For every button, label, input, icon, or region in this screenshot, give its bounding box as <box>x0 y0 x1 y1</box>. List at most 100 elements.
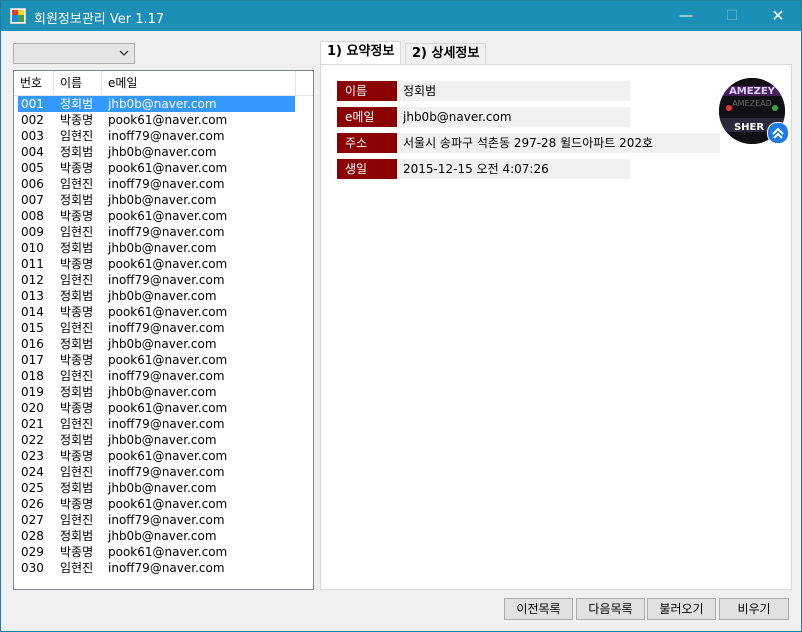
list-item-email: inoff79@naver.com <box>108 513 225 527</box>
list-header: 번호 이름 e메일 <box>14 71 313 96</box>
column-header-email[interactable]: e메일 <box>102 71 296 95</box>
list-item-email: pook61@naver.com <box>108 401 228 415</box>
list-item[interactable]: 005 박종명 pook61@naver.com <box>14 160 313 176</box>
list-item[interactable]: 027 임현진 inoff79@naver.com <box>14 512 313 528</box>
list-item-number: 014 <box>21 305 44 319</box>
title-bar[interactable]: 회원정보관리 Ver 1.17 — ☐ ✕ <box>1 1 801 31</box>
list-item-name: 정회범 <box>60 145 94 159</box>
svg-text:AMEZEAD: AMEZEAD <box>732 99 772 108</box>
list-item-email: jhb0b@naver.com <box>108 529 217 543</box>
column-header-number[interactable]: 번호 <box>14 71 54 95</box>
member-list[interactable]: 번호 이름 e메일 001 정회범 jhb0b@naver.com 002 박종명 poo… <box>13 70 314 590</box>
list-item-number: 016 <box>21 337 44 351</box>
maximize-button[interactable]: ☐ <box>709 1 755 31</box>
list-item-name: 임현진 <box>60 561 94 575</box>
list-item[interactable]: 008 박종명 pook61@naver.com <box>14 208 313 224</box>
list-item-email: inoff79@naver.com <box>108 369 225 383</box>
filter-combobox[interactable] <box>13 43 135 64</box>
list-item[interactable]: 022 정회범 jhb0b@naver.com <box>14 432 313 448</box>
list-item-number: 017 <box>21 353 44 367</box>
list-item[interactable]: 016 정회범 jhb0b@naver.com <box>14 336 313 352</box>
load-button[interactable]: 불러오기 <box>647 598 716 620</box>
list-item-email: jhb0b@naver.com <box>108 193 217 207</box>
app-icon <box>10 8 26 24</box>
list-item[interactable]: 003 임현진 inoff79@naver.com <box>14 128 313 144</box>
list-item-number: 015 <box>21 321 44 335</box>
list-item[interactable]: 018 임현진 inoff79@naver.com <box>14 368 313 384</box>
list-item[interactable]: 001 정회범 jhb0b@naver.com <box>14 96 313 112</box>
list-item[interactable]: 015 임현진 inoff79@naver.com <box>14 320 313 336</box>
list-item-number: 003 <box>21 129 44 143</box>
list-item-name: 임현진 <box>60 321 94 335</box>
list-item-email: jhb0b@naver.com <box>108 481 217 495</box>
list-item-name: 정회범 <box>60 193 94 207</box>
svg-text:SHER: SHER <box>734 122 764 133</box>
list-item-name: 정회범 <box>60 337 94 351</box>
email-label: e메일 <box>337 107 397 127</box>
list-item-email: inoff79@naver.com <box>108 129 225 143</box>
prev-list-button[interactable]: 이전목록 <box>504 598 573 620</box>
list-item[interactable]: 009 임현진 inoff79@naver.com <box>14 224 313 240</box>
list-item[interactable]: 002 박종명 pook61@naver.com <box>14 112 313 128</box>
list-item[interactable]: 028 정회범 jhb0b@naver.com <box>14 528 313 544</box>
list-item-number: 004 <box>21 145 44 159</box>
list-item-email: inoff79@naver.com <box>108 177 225 191</box>
list-item-number: 028 <box>21 529 44 543</box>
list-item[interactable]: 021 임현진 inoff79@naver.com <box>14 416 313 432</box>
list-item[interactable]: 014 박종명 pook61@naver.com <box>14 304 313 320</box>
list-item-name: 임현진 <box>60 417 94 431</box>
close-button[interactable]: ✕ <box>755 1 801 31</box>
next-list-button[interactable]: 다음목록 <box>576 598 645 620</box>
chevron-down-icon <box>119 50 129 56</box>
list-item-name: 박종명 <box>60 305 94 319</box>
list-item-number: 012 <box>21 273 44 287</box>
list-item[interactable]: 019 정회범 jhb0b@naver.com <box>14 384 313 400</box>
list-item[interactable]: 004 정회범 jhb0b@naver.com <box>14 144 313 160</box>
list-item-email: jhb0b@naver.com <box>108 145 217 159</box>
list-item-email: inoff79@naver.com <box>108 273 225 287</box>
list-item-number: 020 <box>21 401 44 415</box>
window-title: 회원정보관리 Ver 1.17 <box>34 12 165 27</box>
birthday-value: 2015-12-15 오전 4:07:26 <box>397 159 630 179</box>
list-item-name: 정회범 <box>60 529 94 543</box>
clear-button[interactable]: 비우기 <box>719 598 789 620</box>
column-header-name[interactable]: 이름 <box>54 71 102 95</box>
list-item[interactable]: 007 정회범 jhb0b@naver.com <box>14 192 313 208</box>
tab-detail[interactable]: 2) 상세정보 <box>405 43 487 65</box>
list-item-email: pook61@naver.com <box>108 113 228 127</box>
list-item-name: 임현진 <box>60 369 94 383</box>
list-item[interactable]: 025 정회범 jhb0b@naver.com <box>14 480 313 496</box>
email-value: jhb0b@naver.com <box>397 107 630 127</box>
list-item-email: pook61@naver.com <box>108 209 228 223</box>
list-item-email: jhb0b@naver.com <box>108 433 217 447</box>
list-item-name: 박종명 <box>60 161 94 175</box>
list-item[interactable]: 010 정회범 jhb0b@naver.com <box>14 240 313 256</box>
list-item-email: inoff79@naver.com <box>108 321 225 335</box>
list-item[interactable]: 024 임현진 inoff79@naver.com <box>14 464 313 480</box>
list-item-name: 박종명 <box>60 113 94 127</box>
list-item[interactable]: 012 임현진 inoff79@naver.com <box>14 272 313 288</box>
list-item[interactable]: 026 박종명 pook61@naver.com <box>14 496 313 512</box>
list-item-number: 010 <box>21 241 44 255</box>
list-item-email: inoff79@naver.com <box>108 417 225 431</box>
list-item-email: inoff79@naver.com <box>108 465 225 479</box>
list-item-name: 박종명 <box>60 257 94 271</box>
list-item-number: 024 <box>21 465 44 479</box>
list-item[interactable]: 020 박종명 pook61@naver.com <box>14 400 313 416</box>
list-item-name: 임현진 <box>60 129 94 143</box>
list-item[interactable]: 029 박종명 pook61@naver.com <box>14 544 313 560</box>
list-item-number: 023 <box>21 449 44 463</box>
list-item[interactable]: 011 박종명 pook61@naver.com <box>14 256 313 272</box>
list-item[interactable]: 013 정회범 jhb0b@naver.com <box>14 288 313 304</box>
list-item[interactable]: 023 박종명 pook61@naver.com <box>14 448 313 464</box>
list-item-number: 013 <box>21 289 44 303</box>
list-item[interactable]: 006 임현진 inoff79@naver.com <box>14 176 313 192</box>
tab-summary[interactable]: 1) 요약정보 <box>320 41 402 66</box>
minimize-button[interactable]: — <box>663 1 709 31</box>
list-item[interactable]: 017 박종명 pook61@naver.com <box>14 352 313 368</box>
avatar-edit-badge[interactable] <box>767 122 789 144</box>
list-item[interactable]: 030 임현진 inoff79@naver.com <box>14 560 313 576</box>
list-item-number: 008 <box>21 209 44 223</box>
list-item-name: 박종명 <box>60 449 94 463</box>
list-item-email: jhb0b@naver.com <box>108 385 217 399</box>
